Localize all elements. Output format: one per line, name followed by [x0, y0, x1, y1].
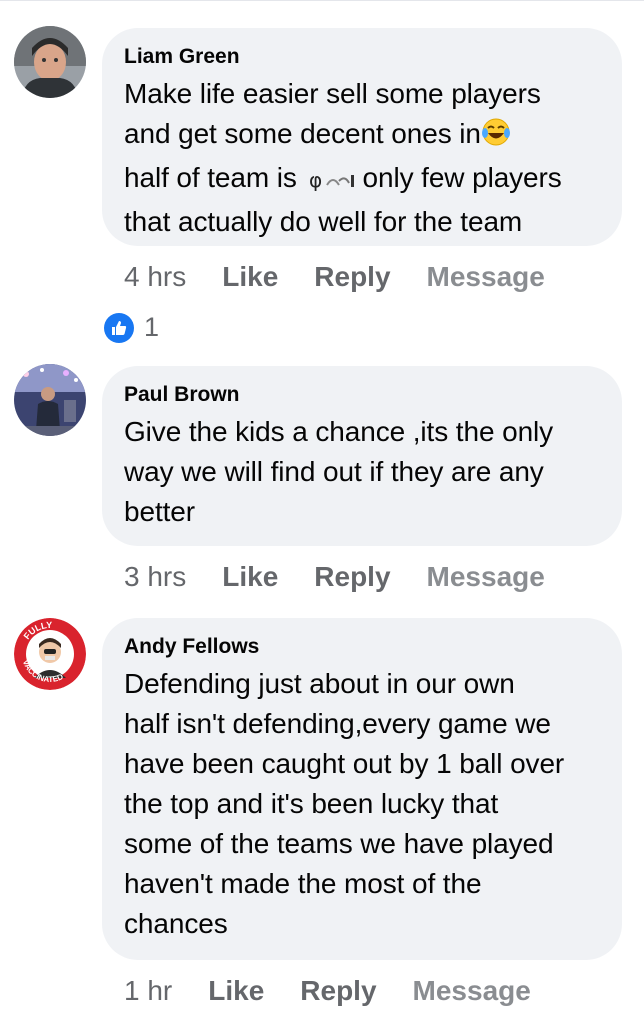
comment-line-text: half of team is: [124, 162, 297, 193]
comment-timestamp[interactable]: 3 hrs: [124, 560, 186, 594]
comment-line: half of team is φ only few players: [124, 158, 600, 202]
comment-line: haven't made the most of the: [124, 868, 482, 899]
thumbs-up-icon: [104, 312, 134, 343]
comment-meta: 1 hr Like Reply Message: [124, 974, 531, 1008]
comment-line: Defending just about in our own: [124, 668, 515, 699]
comment-line: Make life easier sell some players: [124, 78, 541, 109]
message-button[interactable]: Message: [413, 974, 531, 1008]
top-divider: [0, 0, 644, 5]
vaccinated-frame-avatar-icon: FULLY VACCINATED: [14, 618, 86, 690]
svg-text:φ: φ: [309, 168, 322, 191]
emoji-glyphs-icon: φ: [305, 162, 363, 202]
comment-line: better: [124, 496, 195, 527]
comment-line: way we will find out if they are any: [124, 456, 544, 487]
profile-photo-icon: [14, 364, 86, 436]
comment-bubble: Andy Fellows Defending just about in our…: [102, 618, 622, 960]
comment-text: Give the kids a chance ,its the only way…: [124, 412, 600, 532]
comment-line-text: and get some decent ones in: [124, 118, 481, 149]
profile-photo-icon: [14, 26, 86, 98]
comment-line: some of the teams we have played: [124, 828, 554, 859]
comment-author[interactable]: Paul Brown: [124, 382, 600, 408]
comment-line: the top and it's been lucky that: [124, 788, 499, 819]
like-button[interactable]: Like: [208, 974, 264, 1008]
comment-text: Defending just about in our own half isn…: [124, 664, 600, 944]
comment-line: half isn't defending,every game we: [124, 708, 551, 739]
comment-bubble: Liam Green Make life easier sell some pl…: [102, 28, 622, 246]
comment-line: chances: [124, 908, 228, 939]
comment-text: Make life easier sell some players and g…: [124, 74, 600, 242]
reply-button[interactable]: Reply: [314, 260, 390, 294]
message-button[interactable]: Message: [427, 260, 545, 294]
like-button[interactable]: Like: [222, 560, 278, 594]
comment-timestamp[interactable]: 4 hrs: [124, 260, 186, 294]
comment-author[interactable]: Andy Fellows: [124, 634, 600, 660]
comment-bubble: Paul Brown Give the kids a chance ,its t…: [102, 366, 622, 546]
avatar[interactable]: FULLY VACCINATED: [14, 618, 86, 690]
comment-meta: 4 hrs Like Reply Message: [124, 260, 545, 294]
message-button[interactable]: Message: [427, 560, 545, 594]
reply-button[interactable]: Reply: [300, 974, 376, 1008]
reply-button[interactable]: Reply: [314, 560, 390, 594]
comment-line: and get some decent ones in: [124, 114, 600, 158]
comment-timestamp[interactable]: 1 hr: [124, 974, 172, 1008]
comment-author[interactable]: Liam Green: [124, 44, 600, 70]
comment-meta: 3 hrs Like Reply Message: [124, 560, 545, 594]
comment-line-text: only few players: [362, 162, 562, 193]
avatar[interactable]: [14, 364, 86, 436]
avatar[interactable]: [14, 26, 86, 98]
reaction-summary[interactable]: 1: [104, 312, 159, 343]
like-button[interactable]: Like: [222, 260, 278, 294]
laughing-crying-emoji-icon: [481, 117, 511, 158]
reaction-count: 1: [144, 312, 160, 342]
comment-line: that actually do well for the team: [124, 206, 523, 237]
comment-line: Give the kids a chance ,its the only: [124, 416, 554, 447]
comment-line: have been caught out by 1 ball over: [124, 748, 565, 779]
